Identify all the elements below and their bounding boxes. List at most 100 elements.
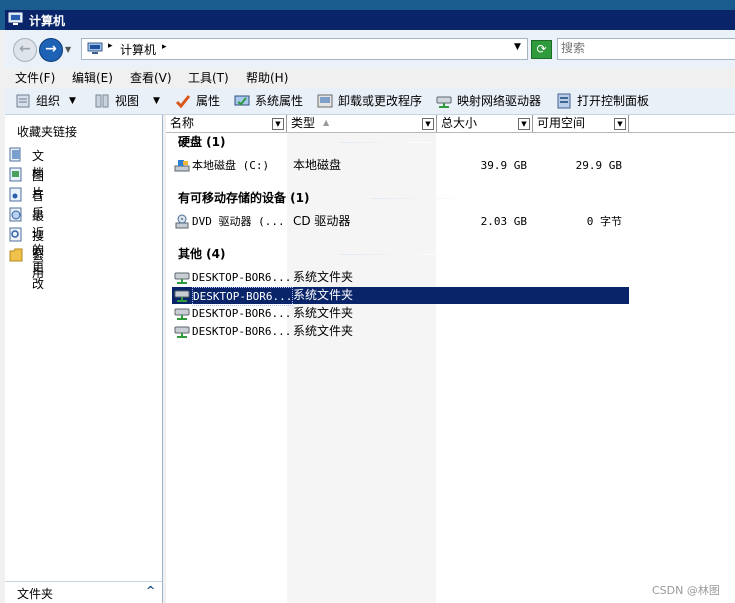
views-button[interactable]: 视图 ▼ <box>94 92 164 110</box>
item-name: 本地磁盘 (C:) <box>192 159 270 172</box>
window-title: 计算机 <box>29 14 66 28</box>
favorite-links-title: 收藏夹链接 <box>17 125 78 139</box>
table-row-selected[interactable]: DESKTOP-BOR6... 系统文件夹 <box>172 287 629 306</box>
documents-icon <box>9 147 21 162</box>
column-total-size-header[interactable]: 总大小 ▼ <box>437 115 533 132</box>
views-dropdown-icon: ▼ <box>153 96 160 106</box>
item-type: CD 驱动器 <box>293 214 351 228</box>
network-drive-icon <box>436 96 452 108</box>
control-panel-label: 打开控制面板 <box>577 94 650 108</box>
system-properties-label: 系统属性 <box>255 94 304 108</box>
table-row[interactable]: DESKTOP-BOR6... 系统文件夹 <box>172 305 629 322</box>
control-panel-icon <box>557 93 571 109</box>
table-row[interactable]: DESKTOP-BOR6... 系统文件夹 <box>172 323 629 340</box>
computer-icon <box>87 42 103 54</box>
properties-button[interactable]: 属性 <box>175 92 225 110</box>
item-type: 系统文件夹 <box>293 324 354 338</box>
recent-changes-icon <box>9 207 22 222</box>
command-toolbar: 组织 ▼ 视图 ▼ 属性 系统属性 卸载或更改程序 映射网络驱动器 打开控制面板 <box>5 88 735 115</box>
organize-label: 组织 <box>36 94 61 108</box>
title-bar-inner: 计算机 <box>5 10 735 30</box>
column-type-header[interactable]: 类型 ▲ ▼ <box>287 115 437 132</box>
local-disk-icon <box>174 160 190 172</box>
column-name-header[interactable]: 名称 ▼ <box>166 115 287 132</box>
search-box[interactable] <box>557 38 735 60</box>
item-type: 本地磁盘 <box>293 158 342 172</box>
search-input[interactable] <box>558 39 731 57</box>
column-header: 名称 ▼ 类型 ▲ ▼ 总大小 ▼ 可用空间 ▼ <box>166 115 735 133</box>
breadcrumb-separator-icon[interactable]: ▸ <box>108 41 113 51</box>
column-name-label: 名称 <box>170 116 195 130</box>
control-panel-button[interactable]: 打开控制面板 <box>556 92 656 110</box>
column-filter-dropdown-icon[interactable]: ▼ <box>272 118 284 130</box>
network-computer-icon <box>174 326 190 338</box>
watermark: CSDN @林图 <box>652 584 720 597</box>
uninstall-label: 卸载或更改程序 <box>338 94 423 108</box>
breadcrumb-computer[interactable]: 计算机 <box>120 41 156 58</box>
search-icon <box>9 227 22 242</box>
uninstall-program-icon <box>317 94 333 108</box>
item-free-space: 29.9 GB <box>575 159 622 172</box>
column-total-size-label: 总大小 <box>441 116 478 130</box>
group-header-removable[interactable]: 有可移动存储的设备 (1) <box>178 189 310 206</box>
address-box[interactable]: ▸ 计算机 ▸ ▼ <box>81 38 528 60</box>
explorer-window: 计算机 ← → ▼ ▸ 计算机 ▸ ▼ ⟳ 文件(F) 编辑(E) 查看(V) … <box>0 0 735 603</box>
network-computer-icon <box>174 290 190 302</box>
back-arrow-icon: ← <box>19 41 31 57</box>
refresh-button[interactable]: ⟳ <box>531 40 552 59</box>
forward-arrow-icon: → <box>45 41 57 57</box>
chevron-up-icon[interactable]: ^ <box>146 584 155 597</box>
item-name: DESKTOP-BOR6... <box>192 325 292 338</box>
menu-edit[interactable]: 编辑(E) <box>72 69 113 86</box>
item-type: 系统文件夹 <box>293 288 354 302</box>
group-divider <box>341 254 451 255</box>
menu-view[interactable]: 查看(V) <box>130 69 172 86</box>
group-divider <box>371 198 471 199</box>
item-name: DVD 驱动器 (... <box>192 215 285 228</box>
item-name: DESKTOP-BOR6... <box>192 287 294 306</box>
column-free-space-header[interactable]: 可用空间 ▼ <box>533 115 629 132</box>
group-header-other[interactable]: 其他 (4) <box>178 245 226 262</box>
uninstall-button[interactable]: 卸载或更改程序 <box>317 92 425 110</box>
address-dropdown-icon[interactable]: ▼ <box>514 42 521 52</box>
organize-button[interactable]: 组织 ▼ <box>15 92 80 110</box>
pictures-icon <box>9 167 22 182</box>
item-type: 系统文件夹 <box>293 270 354 284</box>
group-divider <box>341 142 431 143</box>
group-header-hard-disks[interactable]: 硬盘 (1) <box>178 133 226 150</box>
system-properties-button[interactable]: 系统属性 <box>234 92 306 110</box>
folders-label: 文件夹 <box>17 587 54 601</box>
dvd-drive-icon <box>175 214 189 229</box>
views-icon <box>95 94 109 108</box>
item-total-size: 39.9 GB <box>480 159 527 172</box>
column-free-space-label: 可用空间 <box>537 116 586 130</box>
file-list: 名称 ▼ 类型 ▲ ▼ 总大小 ▼ 可用空间 ▼ 硬盘 (1) 本地磁盘 (C:… <box>166 115 735 603</box>
folders-toggle[interactable]: 文件夹 ^ <box>5 581 162 603</box>
system-properties-icon <box>234 95 250 106</box>
item-name: DESKTOP-BOR6... <box>192 307 292 320</box>
navigation-pane: 收藏夹链接 文档 图片 音乐 最近的更改 搜索 公用 文件夹 ^ <box>5 115 163 603</box>
network-computer-icon <box>174 308 190 320</box>
table-row[interactable]: DESKTOP-BOR6... 系统文件夹 <box>172 269 629 286</box>
table-row[interactable]: DVD 驱动器 (... CD 驱动器 2.03 GB 0 字节 <box>172 213 629 230</box>
menu-file[interactable]: 文件(F) <box>15 69 55 86</box>
menu-tools[interactable]: 工具(T) <box>188 69 229 86</box>
item-total-size: 2.03 GB <box>480 215 527 228</box>
forward-button[interactable]: → <box>39 38 63 62</box>
back-button[interactable]: ← <box>13 38 37 62</box>
sort-ascending-icon: ▲ <box>323 118 330 127</box>
title-bar[interactable]: 计算机 <box>0 0 735 30</box>
column-filter-dropdown-icon[interactable]: ▼ <box>518 118 530 130</box>
map-network-drive-button[interactable]: 映射网络驱动器 <box>436 92 544 110</box>
column-filter-dropdown-icon[interactable]: ▼ <box>614 118 626 130</box>
recent-pages-dropdown-icon[interactable]: ▼ <box>65 45 71 54</box>
breadcrumb-dropdown-icon[interactable]: ▸ <box>162 42 167 52</box>
menu-bar: 文件(F) 编辑(E) 查看(V) 工具(T) 帮助(H) <box>5 68 735 88</box>
properties-label: 属性 <box>196 94 221 108</box>
column-filter-dropdown-icon[interactable]: ▼ <box>422 118 434 130</box>
menu-help[interactable]: 帮助(H) <box>246 69 288 86</box>
refresh-icon: ⟳ <box>536 42 547 56</box>
table-row[interactable]: 本地磁盘 (C:) 本地磁盘 39.9 GB 29.9 GB <box>172 157 629 174</box>
network-computer-icon <box>174 272 190 284</box>
organize-icon <box>16 94 30 108</box>
